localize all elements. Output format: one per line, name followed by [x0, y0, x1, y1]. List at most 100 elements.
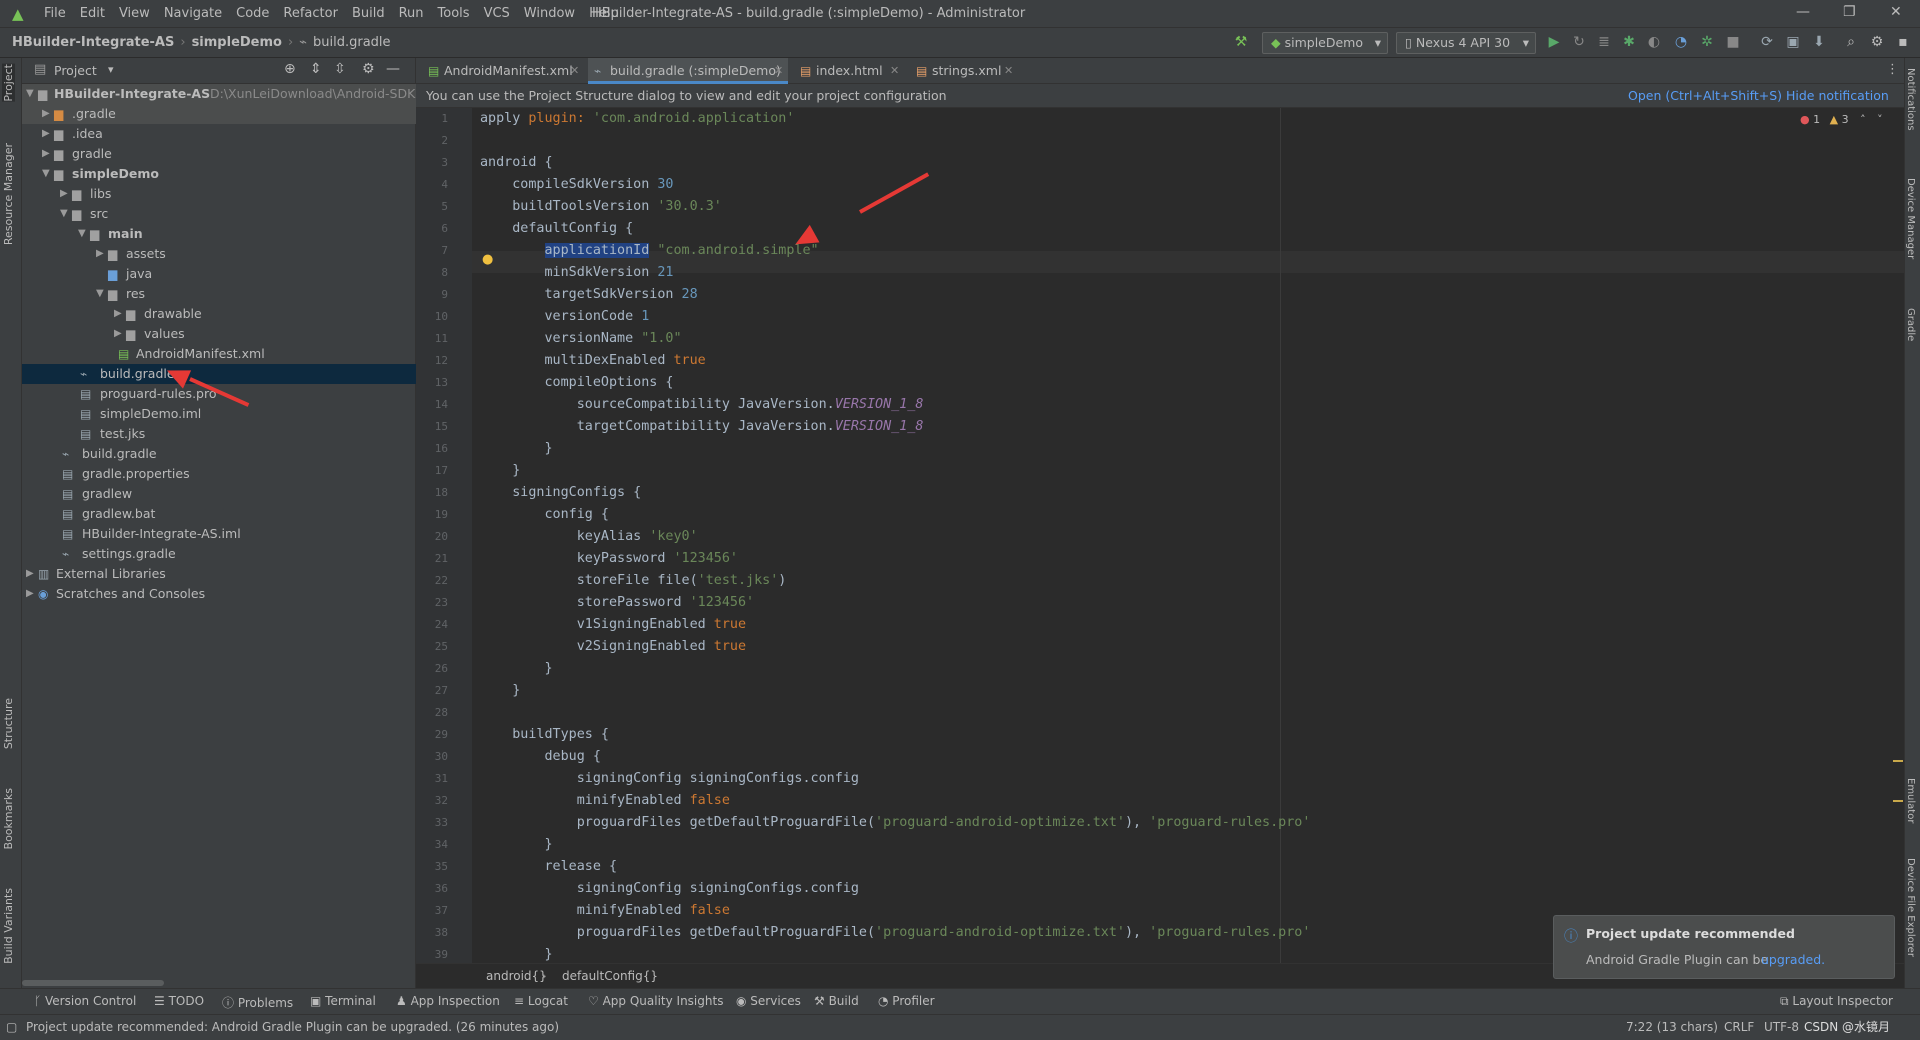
breadcrumb-module[interactable]: simpleDemo	[192, 35, 282, 50]
tree-item[interactable]: ▤ gradle.properties	[22, 464, 416, 484]
tree-item[interactable]: ▤ HBuilder-Integrate-AS.iml	[22, 524, 416, 544]
tree-item[interactable]: ▤ simpleDemo.iml	[22, 404, 416, 424]
tree-item[interactable]: ▶ ▆ .idea	[22, 124, 416, 144]
code-line[interactable]: storeFile file('test.jks')	[480, 570, 787, 592]
chevron-right-icon[interactable]: ▶	[42, 104, 54, 124]
code-line[interactable]: }	[480, 438, 552, 460]
code-line[interactable]: versionName "1.0"	[480, 328, 681, 350]
tree-item[interactable]: ▶ ▥ External Libraries	[22, 564, 416, 584]
tool-app-quality-insights[interactable]: ♡ App Quality Insights	[588, 994, 723, 1008]
tree-item[interactable]: ▶ ▆ drawable	[22, 304, 416, 324]
code-line[interactable]: release {	[480, 856, 617, 878]
tool-gradle[interactable]: Gradle	[1905, 308, 1916, 341]
tool-project[interactable]: Project	[2, 64, 15, 102]
tree-item[interactable]: ▤ test.jks	[22, 424, 416, 444]
code-line[interactable]: proguardFiles getDefaultProguardFile('pr…	[480, 922, 1311, 944]
menu-navigate[interactable]: Navigate	[164, 6, 222, 21]
code-line[interactable]: android {	[480, 152, 553, 174]
tool-notifications[interactable]: Notifications	[1905, 68, 1916, 131]
tool-todo[interactable]: ☰ TODO	[154, 994, 204, 1008]
code-line[interactable]: proguardFiles getDefaultProguardFile('pr…	[480, 812, 1311, 834]
chevron-right-icon[interactable]: ▶	[114, 304, 126, 324]
chevron-right-icon[interactable]: ▶	[42, 124, 54, 144]
tree-item[interactable]: ⌁ build.gradle	[22, 444, 416, 464]
menu-vcs[interactable]: VCS	[484, 6, 510, 21]
tree-item[interactable]: ▤ gradlew.bat	[22, 504, 416, 524]
code-line[interactable]: keyPassword '123456'	[480, 548, 738, 570]
caret-position[interactable]: 7:22 (13 chars)	[1626, 1015, 1718, 1039]
make-project-icon[interactable]: ⚒	[1232, 33, 1250, 51]
code-line[interactable]: sourceCompatibility JavaVersion.VERSION_…	[480, 394, 924, 416]
project-view-title[interactable]: Project	[54, 63, 97, 78]
code-line[interactable]: targetSdkVersion 28	[480, 284, 697, 306]
tool-structure[interactable]: Structure	[2, 698, 15, 749]
code-line[interactable]: }	[480, 658, 552, 680]
tool-resource-manager[interactable]: Resource Manager	[2, 143, 15, 245]
avatar-icon[interactable]: ▪	[1894, 33, 1912, 51]
expand-all-icon[interactable]: ⇕	[310, 61, 322, 77]
menu-build[interactable]: Build	[352, 6, 385, 21]
chevron-down-icon[interactable]: ▼	[26, 84, 38, 104]
code-line[interactable]: buildToolsVersion '30.0.3'	[480, 196, 722, 218]
file-encoding[interactable]: UTF-8	[1764, 1015, 1799, 1039]
code-line[interactable]: minifyEnabled false	[480, 790, 730, 812]
tree-item[interactable]: ▶ ◉ Scratches and Consoles	[22, 584, 416, 604]
lightbulb-icon[interactable]: ●	[482, 252, 493, 267]
apply-code-changes-icon[interactable]: ≣	[1595, 33, 1613, 51]
menu-run[interactable]: Run	[399, 6, 424, 21]
code-line[interactable]: multiDexEnabled true	[480, 350, 705, 372]
locate-file-icon[interactable]: ⊕	[284, 61, 296, 77]
chevron-up-icon[interactable]: ˄	[1860, 113, 1866, 126]
tool-app-inspection[interactable]: ♟ App Inspection	[396, 994, 500, 1008]
tool-services[interactable]: ◉ Services	[736, 994, 801, 1008]
code-line[interactable]: minifyEnabled false	[480, 900, 730, 922]
settings-gear-icon[interactable]: ⚙	[1868, 33, 1886, 51]
code-line[interactable]: keyAlias 'key0'	[480, 526, 698, 548]
menu-window[interactable]: Window	[524, 6, 575, 21]
code-line[interactable]: storePassword '123456'	[480, 592, 754, 614]
collapse-all-icon[interactable]: ⇳	[334, 61, 346, 77]
line-separator[interactable]: CRLF	[1724, 1015, 1754, 1039]
horizontal-scrollbar[interactable]	[22, 980, 164, 986]
tool-problems[interactable]: ⓘ Problems	[222, 994, 293, 1011]
gradle-sync-icon[interactable]: ⟳	[1758, 33, 1776, 51]
close-tab-icon[interactable]: ✕	[890, 58, 899, 84]
tab-build-gradle[interactable]: ⌁ build.gradle (:simpleDemo) ✕	[588, 58, 788, 84]
code-line[interactable]: debug {	[480, 746, 600, 768]
code-line[interactable]: signingConfig signingConfigs.config	[480, 878, 859, 900]
code-line[interactable]: minSdkVersion 21	[480, 262, 673, 284]
code-line[interactable]: }	[480, 944, 552, 963]
hide-notification-link[interactable]: Hide notification	[1786, 84, 1889, 108]
breadcrumb-defaultconfig[interactable]: defaultConfig{}	[562, 964, 658, 988]
close-window-icon[interactable]: ✕	[1890, 4, 1902, 20]
code-line[interactable]: defaultConfig {	[480, 218, 633, 240]
chevron-down-icon[interactable]: ▼	[96, 284, 108, 304]
chevron-down-icon[interactable]: ▼	[42, 164, 54, 184]
code-line[interactable]: signingConfig signingConfigs.config	[480, 768, 859, 790]
chevron-down-icon[interactable]: ▾	[108, 63, 114, 76]
warning-stripe-marker[interactable]	[1893, 800, 1903, 802]
menu-file[interactable]: File	[44, 6, 66, 21]
project-update-notification[interactable]: ⓘ Project update recommended Android Gra…	[1553, 915, 1895, 979]
tab-androidmanifest[interactable]: ▤ AndroidManifest.xml ✕	[422, 58, 584, 84]
tree-item[interactable]: ▤ gradlew	[22, 484, 416, 504]
tree-item[interactable]: ▶ ▆ .gradle	[22, 104, 416, 124]
breadcrumb-file[interactable]: build.gradle	[313, 35, 391, 50]
tree-item[interactable]: ⌁ settings.gradle	[22, 544, 416, 564]
chevron-right-icon[interactable]: ▶	[60, 184, 72, 204]
options-gear-icon[interactable]: ⚙	[362, 61, 375, 77]
tree-item[interactable]: ▆ java	[22, 264, 416, 284]
tree-item[interactable]: ▼ ▆ simpleDemo	[22, 164, 416, 184]
chevron-down-icon[interactable]: ▼	[78, 224, 90, 244]
code-line[interactable]: compileOptions {	[480, 372, 673, 394]
device-manager-icon[interactable]: ▣	[1784, 33, 1802, 51]
status-square-icon[interactable]: ▢	[6, 1015, 17, 1039]
attach-debugger-icon[interactable]: ✲	[1698, 33, 1716, 51]
code-line[interactable]: signingConfigs {	[480, 482, 641, 504]
tool-build[interactable]: ⚒ Build	[814, 994, 859, 1008]
tool-version-control[interactable]: ᚴ Version Control	[34, 994, 136, 1008]
menu-code[interactable]: Code	[236, 6, 269, 21]
open-project-structure-link[interactable]: Open (Ctrl+Alt+Shift+S)	[1628, 84, 1782, 108]
tool-terminal[interactable]: ▣ Terminal	[310, 994, 376, 1008]
tree-item[interactable]: ▤ AndroidManifest.xml	[22, 344, 416, 364]
